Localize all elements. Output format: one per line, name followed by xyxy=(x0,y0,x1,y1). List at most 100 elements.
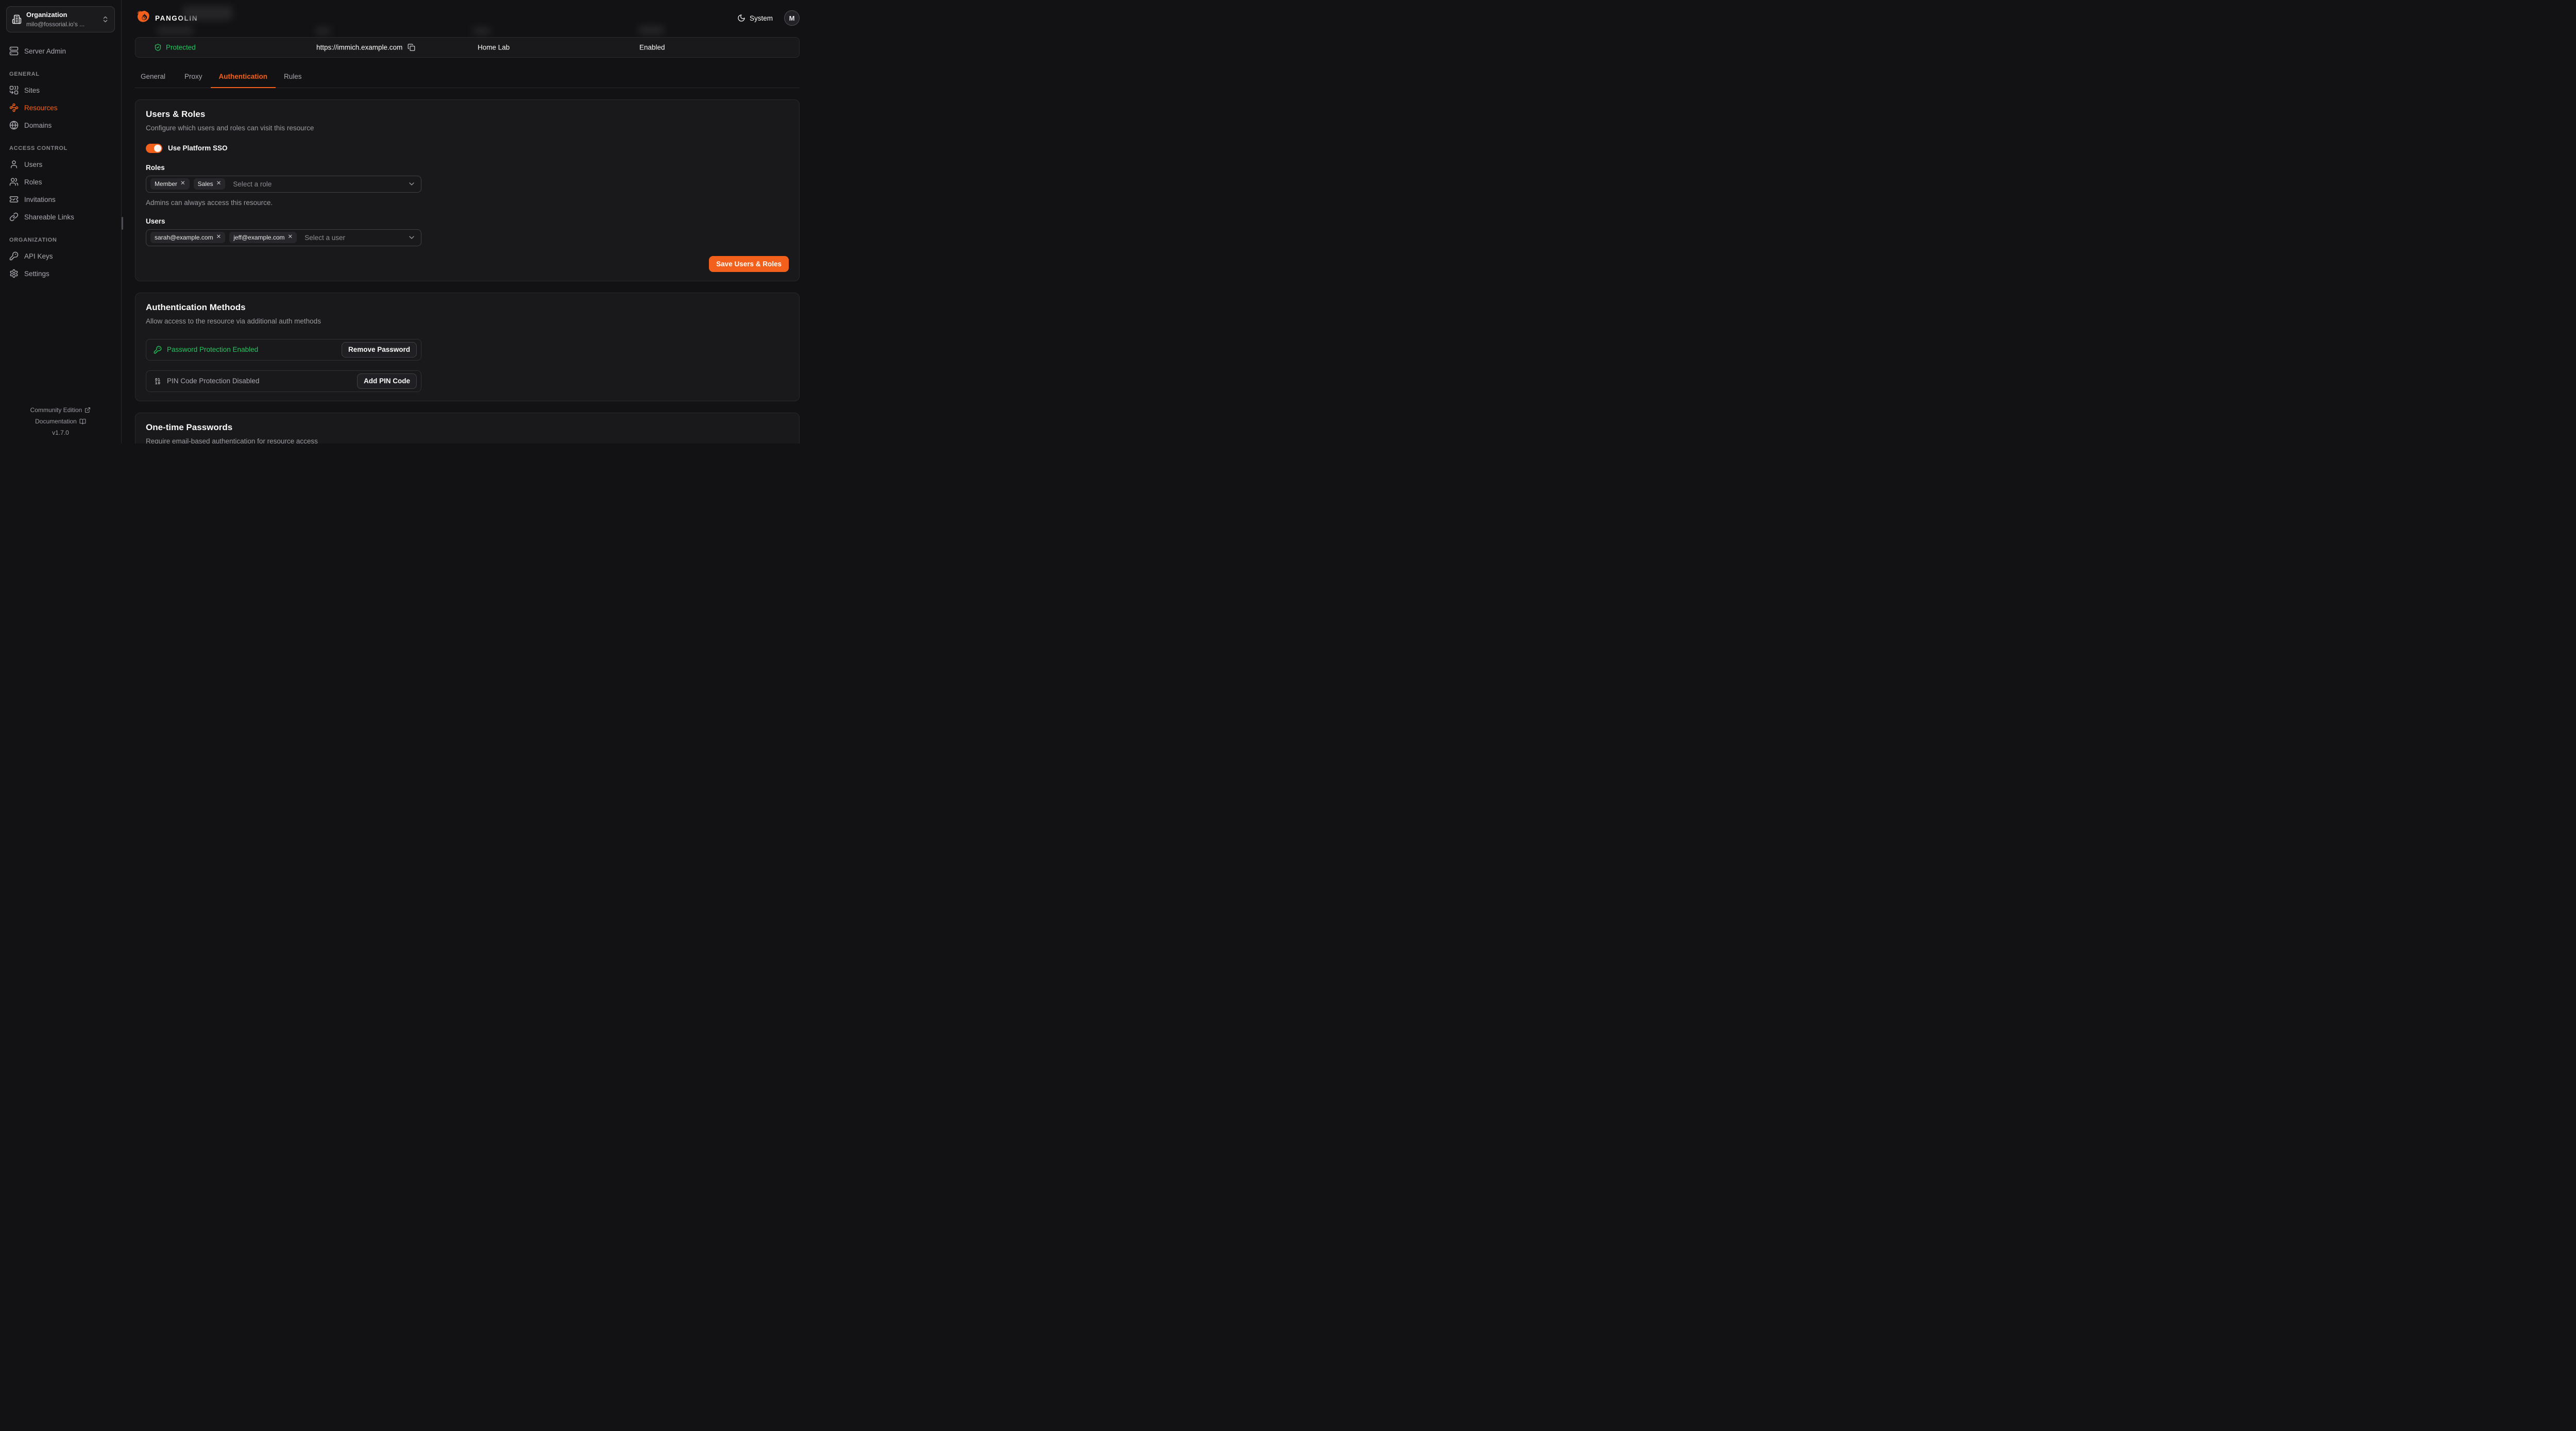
avatar[interactable]: M xyxy=(784,10,800,26)
resources-icon xyxy=(9,103,19,112)
main-area: PANGOLIN System M Protected htt xyxy=(122,0,808,444)
redacted-label xyxy=(157,26,193,35)
redacted-label xyxy=(639,26,664,35)
link-icon xyxy=(9,212,19,222)
user-tag: jeff@example.com ✕ xyxy=(229,232,297,243)
chevrons-up-down-icon xyxy=(101,15,109,23)
sidebar-item-label: API Keys xyxy=(24,252,53,260)
card-subtitle: Require email-based authentication for r… xyxy=(146,437,789,444)
copy-icon[interactable] xyxy=(408,44,415,52)
remove-tag-icon[interactable]: ✕ xyxy=(180,181,185,187)
key-icon xyxy=(9,251,19,261)
add-pin-code-button[interactable]: Add PIN Code xyxy=(357,373,417,389)
sidebar-item-sites[interactable]: Sites xyxy=(6,82,115,98)
sidebar-item-resources[interactable]: Resources xyxy=(6,99,115,116)
org-selector[interactable]: Organization milo@fossorial.io's ... xyxy=(6,6,115,32)
gear-icon xyxy=(9,269,19,278)
pangolin-logo xyxy=(135,10,150,26)
sidebar-item-label: Roles xyxy=(24,178,42,186)
tab-general[interactable]: General xyxy=(135,73,176,88)
platform-sso-toggle[interactable] xyxy=(146,144,162,153)
card-subtitle: Allow access to the resource via additio… xyxy=(146,317,789,325)
key-icon xyxy=(154,346,162,354)
sidebar-item-settings[interactable]: Settings xyxy=(6,265,115,282)
globe-icon xyxy=(9,121,19,130)
password-status-text: Password Protection Enabled xyxy=(167,346,258,353)
roles-select[interactable]: Member ✕ Sales ✕ Select a role xyxy=(146,176,421,193)
resource-summary-bar: Protected https://immich.example.com Hom… xyxy=(135,37,800,58)
theme-selector[interactable]: System xyxy=(737,14,773,22)
org-value: milo@fossorial.io's ... xyxy=(26,21,97,28)
roles-label: Roles xyxy=(146,164,789,172)
remove-tag-icon[interactable]: ✕ xyxy=(216,234,222,241)
building-icon xyxy=(12,14,22,24)
section-label-access-control: ACCESS CONTROL xyxy=(6,145,115,151)
roles-placeholder: Select a role xyxy=(233,180,272,188)
sidebar-item-invitations[interactable]: Invitations xyxy=(6,191,115,208)
users-roles-card: Users & Roles Configure which users and … xyxy=(135,99,800,281)
sidebar-item-label: Server Admin xyxy=(24,47,66,55)
redacted-label xyxy=(315,27,331,35)
card-title: Authentication Methods xyxy=(146,302,789,313)
section-label-general: GENERAL xyxy=(6,71,115,77)
role-tag: Sales ✕ xyxy=(194,178,226,190)
sidebar-item-roles[interactable]: Roles xyxy=(6,174,115,190)
user-tag: sarah@example.com ✕ xyxy=(150,232,225,243)
tab-authentication[interactable]: Authentication xyxy=(211,73,276,88)
remove-tag-icon[interactable]: ✕ xyxy=(216,181,222,187)
role-tag: Member ✕ xyxy=(150,178,190,190)
card-title: One-time Passwords xyxy=(146,422,789,433)
sidebar-item-label: Users xyxy=(24,161,42,168)
redacted-text xyxy=(183,6,232,20)
sidebar-item-server-admin[interactable]: Server Admin xyxy=(6,43,115,59)
chevron-down-icon xyxy=(408,233,416,242)
shield-check-icon xyxy=(154,44,162,52)
remove-tag-icon[interactable]: ✕ xyxy=(288,234,293,241)
user-icon xyxy=(9,160,19,169)
sidebar: Organization milo@fossorial.io's ... Ser… xyxy=(0,0,122,444)
documentation-link[interactable]: Documentation xyxy=(6,416,115,427)
org-title: Organization xyxy=(26,11,67,19)
theme-label: System xyxy=(750,14,773,22)
sidebar-footer: Community Edition Documentation v1.7.0 xyxy=(6,404,115,438)
card-title: Users & Roles xyxy=(146,109,789,120)
otp-card: One-time Passwords Require email-based a… xyxy=(135,413,800,444)
community-edition-link[interactable]: Community Edition xyxy=(6,404,115,416)
users-label: Users xyxy=(146,217,789,225)
sidebar-scrollbar-thumb[interactable] xyxy=(122,217,123,230)
card-subtitle: Configure which users and roles can visi… xyxy=(146,124,789,132)
resource-site: Home Lab xyxy=(478,44,510,52)
sidebar-item-label: Invitations xyxy=(24,196,56,203)
ticket-check-icon xyxy=(9,195,19,204)
resource-status: Protected xyxy=(154,44,196,52)
section-label-organization: ORGANIZATION xyxy=(6,237,115,243)
pin-protection-row: PIN Code Protection Disabled Add PIN Cod… xyxy=(146,370,421,392)
sidebar-item-label: Resources xyxy=(24,104,58,112)
resource-sso-status: Enabled xyxy=(639,44,665,52)
sidebar-item-api-keys[interactable]: API Keys xyxy=(6,248,115,264)
tab-proxy[interactable]: Proxy xyxy=(176,73,211,88)
tab-rules[interactable]: Rules xyxy=(276,73,310,88)
sidebar-item-label: Shareable Links xyxy=(24,213,74,221)
save-users-roles-button[interactable]: Save Users & Roles xyxy=(709,256,789,272)
external-link-icon xyxy=(84,407,91,413)
password-protection-row: Password Protection Enabled Remove Passw… xyxy=(146,339,421,361)
sidebar-item-label: Domains xyxy=(24,122,52,129)
sidebar-item-users[interactable]: Users xyxy=(6,156,115,173)
users-select[interactable]: sarah@example.com ✕ jeff@example.com ✕ S… xyxy=(146,229,421,246)
moon-icon xyxy=(737,14,745,22)
remove-password-button[interactable]: Remove Password xyxy=(342,342,417,357)
users-icon xyxy=(9,177,19,186)
sidebar-item-shareable-links[interactable]: Shareable Links xyxy=(6,209,115,225)
server-icon xyxy=(9,46,19,56)
topbar-right: System M xyxy=(737,10,800,26)
sidebar-item-domains[interactable]: Domains xyxy=(6,117,115,133)
binary-icon xyxy=(154,377,162,385)
platform-sso-label: Use Platform SSO xyxy=(168,144,228,152)
app-version: v1.7.0 xyxy=(6,427,115,438)
sidebar-nav: Server Admin GENERAL Sites Resources xyxy=(6,43,115,283)
sites-icon xyxy=(9,86,19,95)
resource-tabs: General Proxy Authentication Rules xyxy=(135,73,800,88)
chevron-down-icon xyxy=(408,180,416,188)
sidebar-item-label: Sites xyxy=(24,87,40,94)
